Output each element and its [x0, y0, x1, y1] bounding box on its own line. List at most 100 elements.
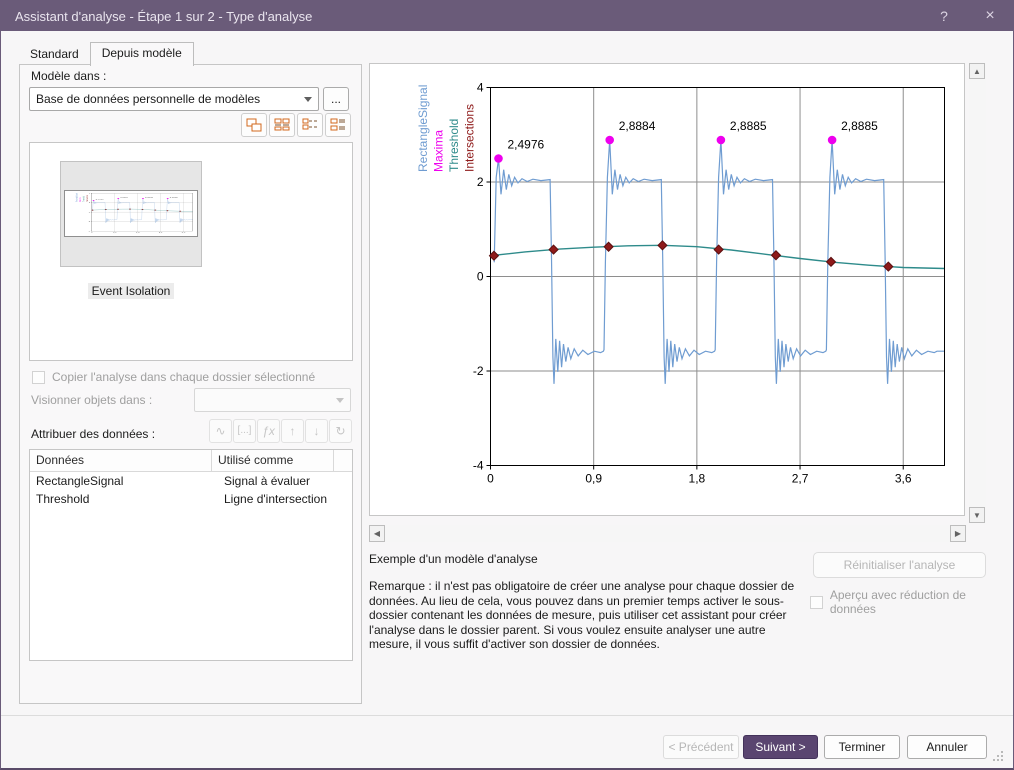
table-row[interactable]: RectangleSignal Signal à évaluer [30, 472, 352, 490]
view-small-icons-button[interactable] [269, 113, 295, 137]
svg-text:-2: -2 [88, 221, 91, 222]
svg-text:0: 0 [91, 232, 94, 233]
cell-data: Threshold [30, 492, 212, 506]
titlebar: Assistant d'analyse - Étape 1 sur 2 - Ty… [1, 1, 1013, 31]
arrow-down-icon: ↓ [314, 425, 320, 437]
svg-text:1,8: 1,8 [136, 232, 141, 233]
svg-text:2,8884: 2,8884 [120, 197, 129, 198]
move-up-button[interactable]: ↑ [281, 419, 304, 443]
template-gallery: 00,91,82,73,6420-2-42,49762,88842,88852,… [29, 142, 353, 361]
note-text: Remarque : il n'est pas obligatoire de c… [369, 579, 799, 652]
analysis-chart: 00,91,82,73,6420-2-42,49762,88842,88852,… [370, 64, 964, 515]
svg-text:2,7: 2,7 [792, 472, 809, 486]
svg-text:0: 0 [477, 270, 484, 284]
table-row[interactable]: Threshold Ligne d'intersection [30, 490, 352, 508]
checkbox-icon [810, 596, 823, 609]
template-thumbnail-box: 00,91,82,73,6420-2-42,49762,88842,88852,… [64, 190, 198, 237]
tab-standard[interactable]: Standard [19, 44, 90, 65]
view-details-button[interactable] [325, 113, 351, 137]
svg-text:Maxima: Maxima [432, 130, 446, 172]
back-button[interactable]: < Précédent [663, 735, 739, 759]
assign-data-label: Attribuer des données : [31, 427, 155, 441]
svg-text:Intersections: Intersections [463, 104, 477, 172]
refresh-button[interactable]: ↻ [329, 419, 352, 443]
fx-icon: ƒx [262, 425, 275, 437]
list-view-icon [301, 117, 319, 133]
cell-used-as: Signal à évaluer [212, 474, 334, 488]
svg-text:-2: -2 [473, 364, 484, 378]
view-objects-label: Visionner objets dans : [31, 393, 152, 407]
svg-text:RectangleSignal: RectangleSignal [416, 85, 430, 172]
chart-preview-panel: 00,91,82,73,6420-2-42,49762,88842,88852,… [369, 63, 965, 516]
svg-text:0,9: 0,9 [585, 472, 602, 486]
view-list-button[interactable] [297, 113, 323, 137]
template-item-event-isolation[interactable]: 00,91,82,73,6420-2-42,49762,88842,88852,… [60, 161, 202, 267]
svg-text:Threshold: Threshold [447, 119, 461, 172]
finish-button[interactable]: Terminer [824, 735, 900, 759]
scroll-up-icon[interactable]: ▲ [969, 63, 985, 79]
svg-text:4: 4 [477, 81, 484, 95]
example-label: Exemple d'un modèle d'analyse [369, 552, 538, 566]
tab-depuis-modele[interactable]: Depuis modèle [90, 42, 194, 66]
model-in-label: Modèle dans : [31, 69, 106, 83]
preview-reduction-checkbox[interactable]: Aperçu avec réduction de données [810, 588, 1013, 616]
template-thumbnail-chart: 00,91,82,73,6420-2-42,49762,88842,88852,… [65, 191, 197, 236]
chevron-down-icon [304, 97, 312, 102]
view-objects-combobox[interactable] [194, 388, 351, 412]
refresh-icon: ↻ [335, 425, 345, 437]
assign-ellipsis-button[interactable]: [...] [233, 419, 256, 443]
chevron-down-icon [336, 398, 344, 403]
template-item-label: Event Isolation [60, 284, 202, 298]
view-large-icons-button[interactable] [241, 113, 267, 137]
help-icon[interactable]: ? [921, 1, 967, 31]
svg-text:0: 0 [487, 472, 494, 486]
svg-text:2,4976: 2,4976 [508, 138, 545, 152]
close-icon[interactable]: × [967, 1, 1013, 31]
cell-data: RectangleSignal [30, 474, 212, 488]
footer-separator [1, 715, 1013, 716]
svg-text:2,8885: 2,8885 [170, 197, 179, 198]
svg-text:2: 2 [477, 175, 484, 189]
assign-signal-button[interactable]: ∿ [209, 419, 232, 443]
scroll-right-icon[interactable]: ▶ [950, 525, 966, 542]
ellipsis-icon: [...] [238, 426, 252, 436]
svg-text:2,7: 2,7 [159, 232, 164, 233]
move-down-button[interactable]: ↓ [305, 419, 328, 443]
svg-text:Maxima: Maxima [80, 197, 83, 202]
horizontal-scrollbar[interactable]: ◀ ▶ [369, 525, 966, 542]
small-icons-icon [273, 117, 291, 133]
data-assignment-table: Données Utilisé comme RectangleSignal Si… [29, 449, 353, 661]
vertical-scrollbar[interactable]: ▲ ▼ [969, 63, 986, 523]
details-view-icon [329, 117, 347, 133]
svg-text:2,8885: 2,8885 [145, 197, 154, 198]
signal-icon: ∿ [215, 425, 225, 437]
svg-text:2,8884: 2,8884 [619, 119, 656, 133]
svg-text:-4: -4 [88, 231, 91, 232]
column-header-data[interactable]: Données [30, 450, 212, 471]
scroll-left-icon[interactable]: ◀ [369, 525, 385, 542]
column-header-used-as[interactable]: Utilisé comme [212, 450, 334, 471]
table-header: Données Utilisé comme [30, 450, 352, 472]
assign-data-toolbar: ∿ [...] ƒx ↑ ↓ ↻ [209, 419, 352, 443]
svg-text:0,9: 0,9 [113, 232, 118, 233]
svg-text:1,8: 1,8 [689, 472, 706, 486]
svg-text:RectangleSignal: RectangleSignal [75, 193, 79, 202]
cancel-button[interactable]: Annuler [907, 735, 987, 759]
copy-analysis-label: Copier l'analyse dans chaque dossier sél… [52, 370, 315, 384]
svg-text:Intersections: Intersections [85, 195, 89, 202]
copy-analysis-checkbox[interactable]: Copier l'analyse dans chaque dossier sél… [32, 370, 315, 384]
svg-text:-4: -4 [473, 459, 484, 473]
column-header-spacer [334, 450, 352, 471]
cell-used-as: Ligne d'intersection [212, 492, 334, 506]
assign-formula-button[interactable]: ƒx [257, 419, 280, 443]
resize-grip[interactable] [1001, 751, 1003, 753]
next-button[interactable]: Suivant > [743, 735, 818, 759]
view-mode-toolbar [241, 113, 351, 137]
browse-button[interactable]: ... [323, 87, 349, 111]
tab-strip: Standard Depuis modèle [19, 43, 194, 65]
svg-text:2,8885: 2,8885 [730, 119, 767, 133]
model-source-combobox[interactable]: Base de données personnelle de modèles [29, 87, 319, 111]
scroll-down-icon[interactable]: ▼ [969, 507, 985, 523]
large-icons-icon [245, 117, 263, 133]
reset-analysis-button[interactable]: Réinitialiser l'analyse [813, 552, 986, 578]
